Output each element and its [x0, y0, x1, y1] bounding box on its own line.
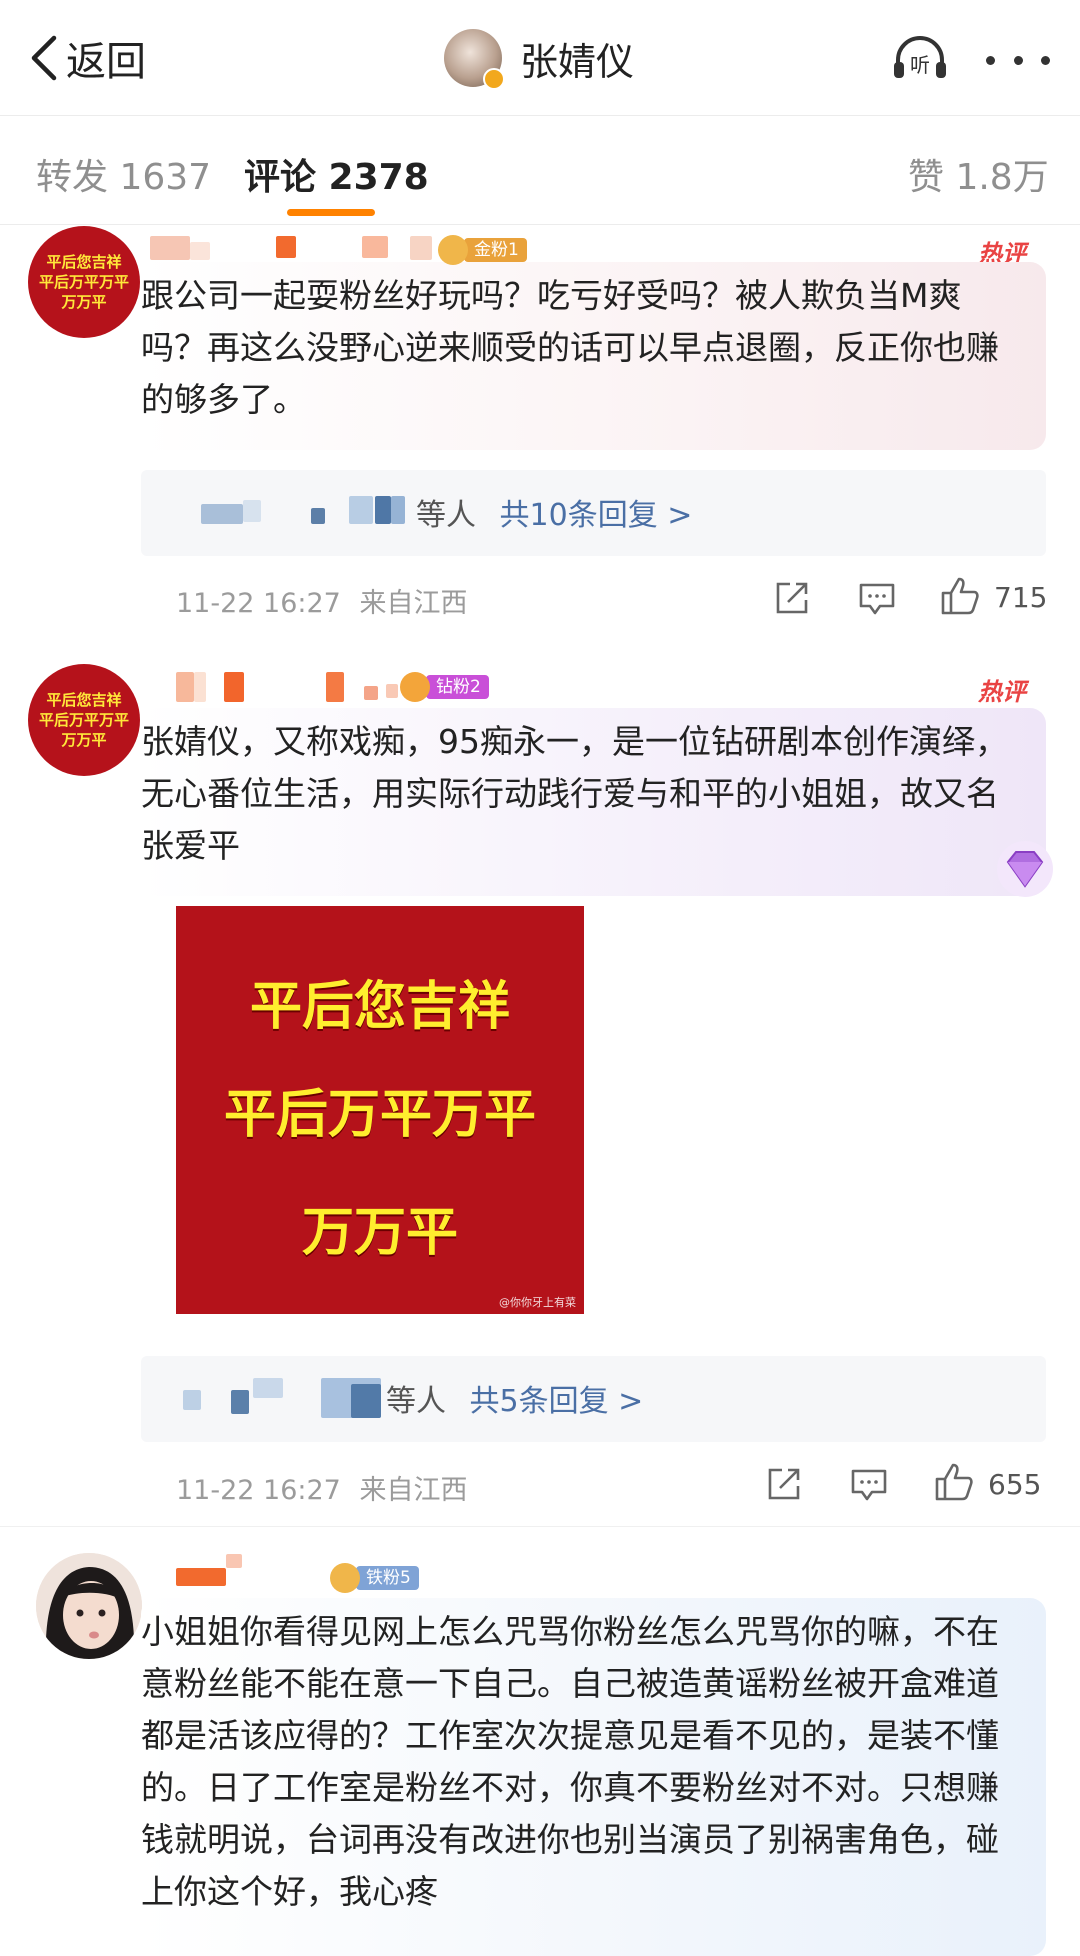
listen-headphone-icon: 听 [894, 36, 946, 78]
like-icon[interactable] [934, 1462, 974, 1502]
avatar-text: 平后您吉祥 [46, 690, 122, 709]
comment-location: 来自江西 [359, 588, 468, 619]
fan-badge-icon [400, 672, 430, 702]
diamond-gem-icon [997, 841, 1053, 897]
avatar[interactable] [36, 1553, 142, 1659]
avatar-portrait-icon [36, 1553, 142, 1659]
reply-icon[interactable] [858, 582, 896, 616]
share-icon[interactable] [766, 1466, 802, 1502]
tab-likes[interactable]: 赞 1.8万 [908, 148, 1049, 200]
fan-badge-icon [330, 1563, 360, 1593]
verified-badge-icon [483, 68, 505, 90]
listen-button[interactable]: 听 [890, 32, 950, 84]
like-icon[interactable] [940, 576, 980, 616]
comment-time: 11-22 16:27 [176, 1475, 341, 1506]
comment-text: 跟公司一起耍粉丝好玩吗？吃亏好受吗？被人欺负当M爽吗？再这么没野心逆来顺受的话可… [141, 276, 999, 419]
profile-header[interactable]: 张婧仪 [444, 28, 635, 90]
image-text: 平后您吉祥 [249, 977, 510, 1037]
view-replies-link[interactable]: 共10条回复 > [500, 498, 693, 533]
reply-prefix: 等人 [386, 1384, 446, 1419]
back-button[interactable]: 返回 [28, 30, 146, 86]
comment-bubble[interactable]: 张婧仪，又称戏痴，95痴永一，是一位钻研剧本创作演绎，无心番位生活，用实际行动践… [141, 708, 1046, 896]
avatar-text: 平后您吉祥 [46, 252, 122, 271]
avatar[interactable]: 平后您吉祥 平后万平万平 万万平 [28, 226, 140, 338]
reply-preview[interactable]: 等人 共10条回复 > [141, 470, 1046, 556]
back-chevron-icon [31, 35, 57, 81]
page-title: 张婧仪 [520, 39, 635, 84]
tab-repost[interactable]: 转发 1637 [36, 148, 211, 200]
divider [0, 1526, 1080, 1527]
top-nav-bar: 返回 张婧仪 听 [0, 0, 1080, 115]
image-watermark: @你你牙上有菜 [499, 1296, 576, 1309]
fan-badge: 钻粉2 [400, 672, 489, 702]
share-icon[interactable] [774, 580, 810, 616]
comment-time: 11-22 16:27 [176, 588, 341, 619]
reply-user-blurred [183, 1390, 201, 1410]
back-label: 返回 [66, 39, 146, 85]
avatar-text: 平后万平万平 [38, 710, 129, 729]
comment-bubble[interactable]: 跟公司一起耍粉丝好玩吗？吃亏好受吗？被人欺负当M爽吗？再这么没野心逆来顺受的话可… [141, 262, 1046, 450]
comment-image[interactable]: 平后您吉祥 平后万平万平 万万平 @你你牙上有菜 [176, 906, 584, 1314]
comment-text: 张婧仪，又称戏痴，95痴永一，是一位钻研剧本创作演绎，无心番位生活，用实际行动践… [141, 722, 1008, 865]
avatar[interactable]: 平后您吉祥 平后万平万平 万万平 [28, 664, 140, 776]
comment-bubble[interactable]: 小姐姐你看得见网上怎么咒骂你粉丝怎么咒骂你的嘛，不在意粉丝能不能在意一下自己。自… [141, 1598, 1046, 1956]
more-dots-icon [1013, 55, 1023, 65]
more-button[interactable] [986, 40, 1050, 80]
fan-badge-icon [438, 235, 468, 265]
tab-bar: 转发 1637 评论 2378 赞 1.8万 [0, 115, 1080, 225]
image-text: 万万平 [301, 1203, 458, 1263]
image-text: 平后万平万平 [223, 1085, 536, 1145]
more-dots-icon [986, 55, 995, 65]
avatar-text: 万万平 [61, 731, 107, 750]
reply-preview[interactable]: 等人 共5条回复 > [141, 1356, 1046, 1442]
tab-comments[interactable]: 评论 2378 [244, 148, 429, 200]
listen-label: 听 [910, 53, 930, 77]
comment-location: 来自江西 [359, 1475, 468, 1506]
comment-meta: 11-22 16:27 来自江西 [176, 581, 467, 620]
comment-text: 小姐姐你看得见网上怎么咒骂你粉丝怎么咒骂你的嘛，不在意粉丝能不能在意一下自己。自… [141, 1612, 999, 1911]
hot-comment-badge: 热评 [978, 678, 1026, 706]
view-replies-link[interactable]: 共5条回复 > [470, 1384, 644, 1419]
reply-prefix: 等人 [416, 498, 476, 533]
fan-badge: 金粉1 [438, 235, 527, 265]
tab-active-indicator [287, 209, 375, 216]
avatar[interactable] [444, 29, 505, 90]
reply-icon[interactable] [850, 1468, 888, 1502]
like-count: 655 [988, 1468, 1042, 1501]
comment-meta: 11-22 16:27 来自江西 [176, 1468, 467, 1507]
avatar-text: 平后万平万平 [38, 272, 129, 291]
like-count: 715 [994, 581, 1048, 614]
more-dots-icon [1041, 55, 1050, 65]
fan-badge: 铁粉5 [330, 1563, 419, 1593]
avatar-text: 万万平 [61, 293, 107, 312]
reply-user-blurred [201, 504, 243, 524]
